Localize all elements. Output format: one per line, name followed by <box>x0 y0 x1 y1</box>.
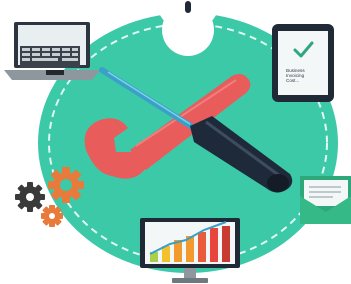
tablet-icon <box>272 24 334 102</box>
bar-chart-monitor-icon <box>140 218 240 283</box>
laptop-icon <box>4 22 100 80</box>
envelope-icon <box>300 176 351 224</box>
tools-illustration: Business Invoicing Cost... <box>0 0 351 284</box>
tablet-text-line: Cost... <box>286 78 300 84</box>
tablet-text: Business Invoicing Cost... <box>286 68 326 84</box>
mouse-icon <box>185 1 191 13</box>
